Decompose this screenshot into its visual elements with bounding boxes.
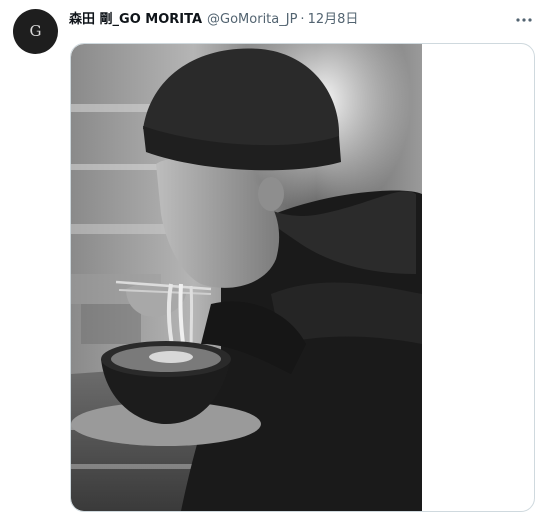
tweet-header: 森田 剛_GO MORITA @GoMorita_JP · 12月8日 xyxy=(69,11,358,29)
avatar[interactable]: G xyxy=(13,9,58,54)
more-options-button[interactable] xyxy=(514,10,534,30)
photo-image xyxy=(71,44,422,511)
tweet-photo[interactable] xyxy=(71,44,422,511)
handle[interactable]: @GoMorita_JP xyxy=(207,11,297,29)
display-name[interactable]: 森田 剛_GO MORITA xyxy=(69,11,202,29)
media-frame[interactable] xyxy=(70,43,535,512)
more-horizontal-icon xyxy=(516,18,532,22)
avatar-letter: G xyxy=(29,22,42,40)
tweet-date[interactable]: 12月8日 xyxy=(308,11,359,29)
separator-dot: · xyxy=(300,12,305,27)
tweet: G 森田 剛_GO MORITA @GoMorita_JP · 12月8日 xyxy=(0,0,550,521)
